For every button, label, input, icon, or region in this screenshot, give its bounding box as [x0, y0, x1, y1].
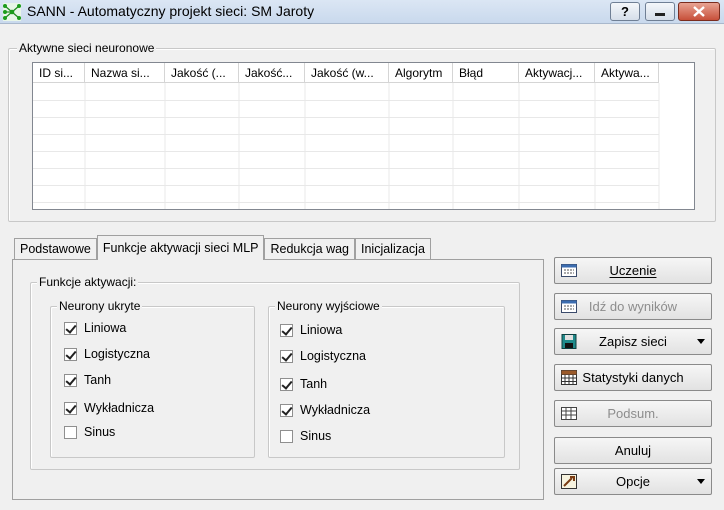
- help-icon: ?: [621, 4, 629, 19]
- tab-mlp-activation[interactable]: Funkcje aktywacji sieci MLP: [96, 235, 265, 260]
- column-header-id[interactable]: ID si...: [33, 63, 85, 83]
- close-button[interactable]: [678, 2, 720, 21]
- options-wrench-icon: [561, 474, 577, 489]
- networks-list[interactable]: ID si... Nazwa si... Jakość (... Jakość.…: [32, 62, 695, 210]
- save-networks-button[interactable]: Zapisz sieci: [554, 328, 712, 355]
- data-statistics-label: Statystyki danych: [582, 370, 684, 385]
- tab-basic[interactable]: Podstawowe: [14, 238, 97, 260]
- column-header-quality-train[interactable]: Jakość (...: [165, 63, 239, 83]
- output-sine-checkbox[interactable]: Sinus: [280, 429, 331, 443]
- column-header-quality-test[interactable]: Jakość...: [239, 63, 305, 83]
- close-icon: [693, 6, 705, 17]
- output-linear-checkbox[interactable]: Liniowa: [280, 323, 342, 337]
- output-exponential-checkbox[interactable]: Wykładnicza: [280, 403, 370, 417]
- column-header-output-activation[interactable]: Aktywa...: [595, 63, 659, 83]
- app-network-icon: [3, 3, 21, 21]
- networks-list-header: ID si... Nazwa si... Jakość (... Jakość.…: [33, 63, 659, 83]
- chevron-down-icon[interactable]: [697, 339, 705, 344]
- active-networks-legend: Aktywne sieci neuronowe: [17, 41, 157, 55]
- hidden-linear-checkbox[interactable]: Liniowa: [64, 321, 126, 335]
- data-statistics-button[interactable]: Statystyki danych: [554, 364, 712, 391]
- hidden-tanh-label: Tanh: [84, 373, 112, 387]
- hidden-exponential-label: Wykładnicza: [84, 401, 155, 415]
- help-button[interactable]: ?: [610, 2, 640, 21]
- output-sine-label: Sinus: [300, 429, 332, 443]
- tab-weight-decay[interactable]: Redukcja wag: [264, 238, 355, 260]
- go-to-results-button[interactable]: Idź do wyników: [554, 293, 712, 320]
- activation-functions-legend: Funkcje aktywacji:: [37, 275, 139, 289]
- hidden-logistic-checkbox[interactable]: Logistyczna: [64, 347, 150, 361]
- results-grid-icon: [561, 300, 577, 313]
- networks-list-grid: [33, 83, 660, 209]
- cancel-label: Anuluj: [614, 443, 652, 458]
- minimize-button[interactable]: [645, 2, 675, 21]
- hidden-tanh-checkbox[interactable]: Tanh: [64, 373, 111, 387]
- options-button[interactable]: Opcje: [554, 468, 712, 495]
- output-exponential-check[interactable]: [280, 403, 293, 417]
- window-title: SANN - Automatyczny projekt sieci: SM Ja…: [27, 3, 315, 19]
- go-to-results-label: Idź do wyników: [588, 299, 678, 314]
- output-exponential-label: Wykładnicza: [300, 403, 371, 417]
- options-label: Opcje: [616, 474, 650, 489]
- hidden-sine-checkbox[interactable]: Sinus: [64, 425, 115, 439]
- column-header-error[interactable]: Błąd: [453, 63, 519, 83]
- minimize-icon: [655, 13, 665, 16]
- summary-icon: [561, 407, 577, 420]
- hidden-tanh-check[interactable]: [64, 373, 77, 387]
- train-button[interactable]: Uczenie: [554, 257, 712, 284]
- output-logistic-label: Logistyczna: [300, 349, 367, 363]
- summary-button[interactable]: Podsum.: [554, 400, 712, 427]
- summary-label: Podsum.: [607, 406, 659, 421]
- train-label: Uczenie: [609, 263, 657, 278]
- hidden-sine-check[interactable]: [64, 425, 77, 439]
- hidden-exponential-checkbox[interactable]: Wykładnicza: [64, 401, 154, 415]
- output-tanh-check[interactable]: [280, 377, 293, 391]
- column-header-quality-valid[interactable]: Jakość (w...: [305, 63, 389, 83]
- cancel-button[interactable]: Anuluj: [554, 437, 712, 464]
- floppy-disk-icon: [561, 334, 577, 349]
- hidden-linear-label: Liniowa: [84, 321, 127, 335]
- column-header-name[interactable]: Nazwa si...: [85, 63, 165, 83]
- output-logistic-check[interactable]: [280, 349, 293, 363]
- hidden-exponential-check[interactable]: [64, 401, 77, 415]
- output-sine-check[interactable]: [280, 429, 293, 443]
- output-tanh-checkbox[interactable]: Tanh: [280, 377, 327, 391]
- output-tanh-label: Tanh: [300, 377, 328, 391]
- hidden-sine-label: Sinus: [84, 425, 116, 439]
- hidden-linear-check[interactable]: [64, 321, 77, 335]
- save-networks-label: Zapisz sieci: [599, 334, 667, 349]
- statistics-table-icon: [561, 370, 577, 385]
- column-header-algorithm[interactable]: Algorytm: [389, 63, 453, 83]
- hidden-logistic-label: Logistyczna: [84, 347, 151, 361]
- title-bar: SANN - Automatyczny projekt sieci: SM Ja…: [0, 0, 724, 24]
- column-header-hidden-activation[interactable]: Aktywacj...: [519, 63, 595, 83]
- chevron-down-icon[interactable]: [697, 479, 705, 484]
- output-linear-label: Liniowa: [300, 323, 343, 337]
- output-logistic-checkbox[interactable]: Logistyczna: [280, 349, 366, 363]
- tab-initialization[interactable]: Inicjalizacja: [355, 238, 431, 260]
- output-neurons-legend: Neurony wyjściowe: [275, 299, 382, 313]
- output-linear-check[interactable]: [280, 323, 293, 337]
- hidden-logistic-check[interactable]: [64, 347, 77, 361]
- grid-icon: [561, 264, 577, 277]
- hidden-neurons-legend: Neurony ukryte: [57, 299, 143, 313]
- settings-tabs: Podstawowe Funkcje aktywacji sieci MLP R…: [14, 235, 431, 260]
